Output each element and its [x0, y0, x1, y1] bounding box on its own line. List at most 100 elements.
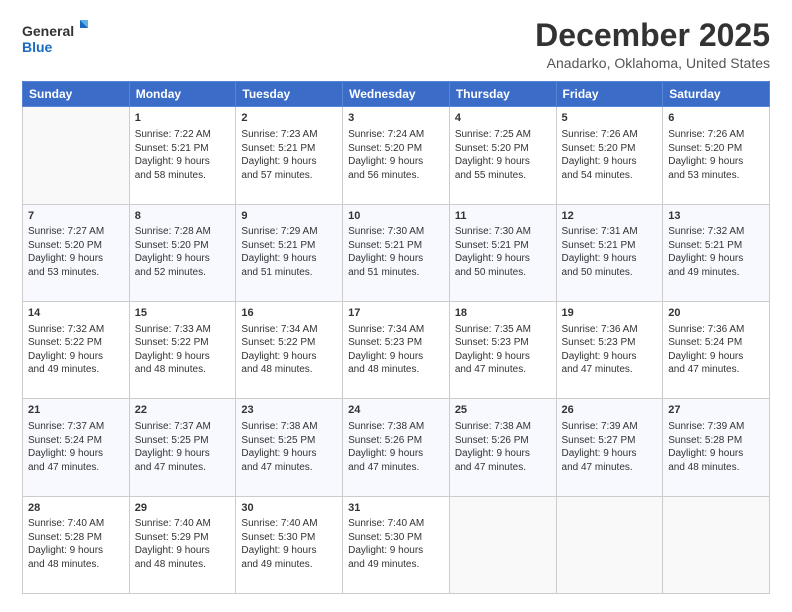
day-info-line: Daylight: 9 hours	[455, 253, 530, 264]
calendar-cell-w2-d0: 7Sunrise: 7:27 AMSunset: 5:20 PMDaylight…	[23, 204, 130, 301]
day-info-line: Sunset: 5:20 PM	[668, 143, 742, 154]
day-info-line: Sunset: 5:28 PM	[28, 532, 102, 543]
day-info-line: Sunrise: 7:30 AM	[348, 226, 424, 237]
day-number: 28	[28, 501, 124, 516]
day-info-line: and 47 minutes.	[348, 462, 419, 473]
calendar-cell-w5-d2: 30Sunrise: 7:40 AMSunset: 5:30 PMDayligh…	[236, 496, 343, 593]
col-tuesday: Tuesday	[236, 82, 343, 107]
day-info-line: Daylight: 9 hours	[562, 351, 637, 362]
day-info-line: and 58 minutes.	[135, 170, 206, 181]
day-info-line: Sunset: 5:23 PM	[562, 337, 636, 348]
day-info-line: Sunrise: 7:38 AM	[348, 421, 424, 432]
day-info-line: Sunset: 5:21 PM	[135, 143, 209, 154]
day-info-line: and 49 minutes.	[241, 559, 312, 570]
day-info-line: and 55 minutes.	[455, 170, 526, 181]
day-info-line: and 48 minutes.	[348, 364, 419, 375]
header: General Blue December 2025 Anadarko, Okl…	[22, 18, 770, 71]
calendar-week-5: 28 Sunrise: 7:40 AM Sunset: 5:28 PM Dayligh…	[23, 496, 770, 593]
day-info-line: Sunset: 5:24 PM	[668, 337, 742, 348]
day-info-line: Sunset: 5:22 PM	[135, 337, 209, 348]
day-number: 22	[135, 403, 231, 418]
day-info-line: Daylight: 9 hours	[241, 545, 316, 556]
calendar-cell-w4-d0: 21Sunrise: 7:37 AMSunset: 5:24 PMDayligh…	[23, 399, 130, 496]
day-info-line: Sunset: 5:28 PM	[668, 435, 742, 446]
col-sunday: Sunday	[23, 82, 130, 107]
day-number: 27	[668, 403, 764, 418]
calendar-cell-w3-d5: 19Sunrise: 7:36 AMSunset: 5:23 PMDayligh…	[556, 301, 663, 398]
col-saturday: Saturday	[663, 82, 770, 107]
day-info-line: and 47 minutes.	[668, 364, 739, 375]
day-info-line: Daylight: 9 hours	[241, 351, 316, 362]
day-number: 25	[455, 403, 551, 418]
day-info-line: Daylight: 9 hours	[455, 448, 530, 459]
day-info-line: and 47 minutes.	[455, 462, 526, 473]
day-info-line: Daylight: 9 hours	[562, 156, 637, 167]
day-info-line: and 49 minutes.	[28, 364, 99, 375]
day-info-line: Sunrise: 7:39 AM	[668, 421, 744, 432]
day-number: 12	[562, 209, 658, 224]
day-info-line: Sunset: 5:21 PM	[562, 240, 636, 251]
day-info-line: Sunrise: 7:26 AM	[668, 129, 744, 140]
calendar-cell-w1-d1: 1Sunrise: 7:22 AMSunset: 5:21 PMDaylight…	[129, 107, 236, 204]
day-info-line: Sunrise: 7:31 AM	[562, 226, 638, 237]
day-info-line: Sunset: 5:27 PM	[562, 435, 636, 446]
day-number: 10	[348, 209, 444, 224]
day-info-line: and 52 minutes.	[135, 267, 206, 278]
day-number: 1	[135, 111, 231, 126]
calendar-cell-w2-d3: 10Sunrise: 7:30 AMSunset: 5:21 PMDayligh…	[343, 204, 450, 301]
day-number: 31	[348, 501, 444, 516]
calendar-table: Sunday Monday Tuesday Wednesday Thursday…	[22, 81, 770, 594]
col-friday: Friday	[556, 82, 663, 107]
calendar-cell-w4-d5: 26Sunrise: 7:39 AMSunset: 5:27 PMDayligh…	[556, 399, 663, 496]
day-info-line: Sunset: 5:23 PM	[348, 337, 422, 348]
day-number: 29	[135, 501, 231, 516]
calendar-cell-w1-d3: 3Sunrise: 7:24 AMSunset: 5:20 PMDaylight…	[343, 107, 450, 204]
day-info-line: Sunset: 5:23 PM	[455, 337, 529, 348]
calendar-cell-w5-d1: 29Sunrise: 7:40 AMSunset: 5:29 PMDayligh…	[129, 496, 236, 593]
day-number: 3	[348, 111, 444, 126]
col-monday: Monday	[129, 82, 236, 107]
day-info-line: Sunrise: 7:38 AM	[455, 421, 531, 432]
day-info-line: Daylight: 9 hours	[28, 351, 103, 362]
day-number: 21	[28, 403, 124, 418]
day-info-line: Sunrise: 7:40 AM	[348, 518, 424, 529]
day-info-line: Sunrise: 7:34 AM	[241, 324, 317, 335]
day-number: 23	[241, 403, 337, 418]
calendar-cell-w3-d6: 20 Sunrise: 7:36 AM Sunset: 5:24 PM Dayligh…	[663, 301, 770, 398]
day-info-line: Daylight: 9 hours	[348, 156, 423, 167]
logo-svg: General Blue	[22, 18, 92, 58]
day-number: 18	[455, 306, 551, 321]
day-info-line: Sunset: 5:20 PM	[455, 143, 529, 154]
day-info-line: Sunset: 5:26 PM	[455, 435, 529, 446]
day-info-line: Sunrise: 7:36 AM	[668, 324, 744, 335]
day-info-line: and 48 minutes.	[135, 559, 206, 570]
day-info-line: Daylight: 9 hours	[562, 253, 637, 264]
day-info-line: Sunset: 5:20 PM	[28, 240, 102, 251]
day-info-line: Sunset: 5:26 PM	[348, 435, 422, 446]
day-info-line: Sunrise: 7:28 AM	[135, 226, 211, 237]
calendar-cell-w3-d2: 16Sunrise: 7:34 AMSunset: 5:22 PMDayligh…	[236, 301, 343, 398]
day-info-line: Sunset: 5:30 PM	[241, 532, 315, 543]
day-info-line: Sunrise: 7:38 AM	[241, 421, 317, 432]
day-info-line: and 47 minutes.	[28, 462, 99, 473]
day-info-line: and 53 minutes.	[668, 170, 739, 181]
day-info-line: Sunrise: 7:29 AM	[241, 226, 317, 237]
calendar-week-3: 14 Sunrise: 7:32 AM Sunset: 5:22 PM Dayligh…	[23, 301, 770, 398]
day-number: 14	[28, 306, 124, 321]
day-info-line: Sunrise: 7:32 AM	[28, 324, 104, 335]
day-info-line: Sunset: 5:21 PM	[668, 240, 742, 251]
day-info-line: Sunrise: 7:40 AM	[135, 518, 211, 529]
day-info-line: Sunrise: 7:25 AM	[455, 129, 531, 140]
day-info-line: Daylight: 9 hours	[668, 351, 743, 362]
day-info-line: Sunrise: 7:37 AM	[28, 421, 104, 432]
day-info-line: Daylight: 9 hours	[135, 253, 210, 264]
day-info-line: Sunrise: 7:36 AM	[562, 324, 638, 335]
day-info-line: Sunrise: 7:35 AM	[455, 324, 531, 335]
calendar-cell-w5-d5	[556, 496, 663, 593]
day-number: 20	[668, 306, 764, 321]
day-number: 5	[562, 111, 658, 126]
day-info-line: Sunrise: 7:32 AM	[668, 226, 744, 237]
day-info-line: Sunrise: 7:40 AM	[28, 518, 104, 529]
day-info-line: Sunset: 5:21 PM	[455, 240, 529, 251]
day-info-line: and 49 minutes.	[668, 267, 739, 278]
